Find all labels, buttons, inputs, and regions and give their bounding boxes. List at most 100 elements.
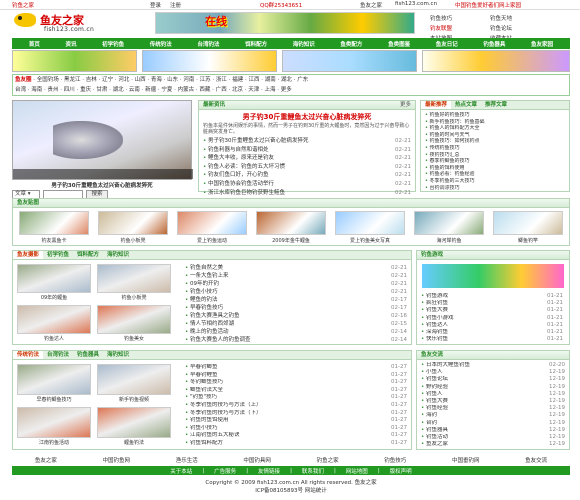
topbar-home[interactable]: 钓鱼之家 — [12, 1, 34, 9]
region-link[interactable]: 海南 — [31, 87, 42, 93]
nav-item[interactable]: 首页 — [29, 40, 40, 48]
pic-thumb[interactable] — [17, 264, 91, 293]
list-item-title[interactable]: 钓鱼人的饵料配方大全 — [425, 125, 480, 132]
region-link[interactable]: 台湾 — [15, 87, 26, 93]
list-item-title[interactable]: 早春钓鲫鱼 — [185, 364, 218, 372]
list-item[interactable]: 钓鱼大赛渔具之钓鱼 02-16 — [185, 312, 407, 320]
list-item[interactable]: 台钓调漂技巧 — [425, 185, 565, 192]
list-item[interactable]: 中国钓鱼协会钓鱼活动举行 02-21 — [203, 180, 411, 189]
region-link[interactable]: 西藏 — [199, 87, 210, 93]
list-item-title[interactable]: 小鱼人 — [421, 369, 443, 376]
list-item[interactable]: 钓友们鱼口好，开心钓鱼 02-21 — [203, 171, 411, 180]
list-item-title[interactable]: 冬钓鲫鱼技巧 — [185, 379, 223, 387]
list-item-title[interactable]: 春季钓鲫鱼的技巧 — [425, 158, 470, 165]
list-item[interactable]: 男子钓30斤重鲤鱼太过兴奋心脏病发猝死 02-21 — [203, 137, 411, 146]
list-item[interactable]: 小鱼人 12-19 — [421, 369, 565, 376]
list-item[interactable]: 新手钓鱼技巧：钓鱼基础 — [425, 119, 565, 126]
region-link[interactable]: 更多 — [281, 87, 292, 93]
region-link[interactable]: 福建 — [232, 77, 243, 83]
bottom-nav-link[interactable]: 广告服务 — [214, 467, 236, 475]
bottom-nav-link[interactable]: 友情链接 — [258, 467, 280, 475]
pic-caption[interactable]: 鲤鱼钓法 — [97, 439, 171, 446]
pic-caption[interactable]: 鲫鱼钓竿 — [493, 237, 563, 244]
list-item[interactable]: 早春钓鲫鱼 01-27 — [185, 364, 407, 372]
tab-item[interactable]: 传统钓法 — [13, 351, 44, 359]
list-item[interactable]: 鱼友之家 12-19 — [421, 441, 565, 448]
list-item-title[interactable]: 钓鱼器具 — [421, 427, 448, 434]
pic-thumb[interactable] — [177, 211, 247, 235]
list-item-title[interactable]: 钓鱼大赛渔具之钓鱼 — [185, 312, 240, 320]
list-item-title[interactable]: 传统钓鱼技巧 — [425, 145, 460, 152]
nav-item[interactable]: 鱼友日记 — [436, 40, 458, 48]
tab-recommend[interactable]: 推荐文章 — [481, 101, 511, 109]
pic-thumb[interactable] — [97, 305, 171, 334]
tab-item[interactable]: 海钓知识 — [103, 251, 133, 259]
slide-caption[interactable]: 男子钓30斤重鲤鱼太过兴奋心脏病发猝死 — [12, 181, 192, 189]
region-link[interactable]: 新疆 — [145, 87, 156, 93]
tab-item[interactable]: 海钓知识 — [103, 351, 133, 359]
region-link[interactable]: 北京 — [232, 87, 243, 93]
list-item[interactable]: 钓鱼小游戏 01-21 — [421, 315, 563, 322]
list-item[interactable]: 鲫鱼钓法大全 01-27 — [185, 387, 407, 395]
list-item[interactable]: 09年的开钓 02-21 — [185, 280, 407, 288]
nav-item[interactable]: 鱼友家园 — [531, 40, 553, 48]
list-item[interactable]: 钓鱼大赛 12-19 — [421, 398, 565, 405]
region-link[interactable]: 浙江 — [216, 77, 227, 83]
list-item-title[interactable]: 冬季钓鱼的技巧与方法（上） — [185, 402, 262, 410]
region-link[interactable]: 江苏 — [200, 77, 211, 83]
list-item-title[interactable]: 钓鱼人必读：钓鱼的五大坏习惯 — [203, 163, 285, 172]
list-item-title[interactable]: 钓鱼大赛 — [421, 307, 448, 314]
nav-item[interactable]: 海钓知识 — [293, 40, 315, 48]
pic-thumb[interactable] — [335, 211, 405, 235]
nav-item[interactable]: 资讯 — [65, 40, 76, 48]
list-item-title[interactable]: 钓鱼小技巧 — [185, 288, 218, 296]
list-item-title[interactable]: "钓鱼"技巧 — [185, 394, 217, 402]
list-item[interactable]: 冬钓鲫鱼技巧 01-27 — [185, 379, 407, 387]
list-item[interactable]: 钓鱼人 12-19 — [421, 391, 565, 398]
list-item[interactable]: 钓鱼人的饵料配方大全 — [425, 125, 565, 132]
list-item-title[interactable]: 钓鱼大赛鱼人的钓鱼调查 — [185, 336, 251, 344]
list-item[interactable]: 钓鱼的鱼饵使用 01-27 — [185, 417, 407, 425]
region-link[interactable]: 宁夏 — [161, 87, 172, 93]
list-item[interactable]: 钓鱼利器与自然和谐相处 02-21 — [203, 146, 411, 155]
list-item-title[interactable]: 深海钓鱼 — [421, 329, 448, 336]
partner-link[interactable]: 鱼友交流 — [525, 456, 547, 464]
list-item-title[interactable]: 早春钓鱼技巧 — [185, 304, 223, 312]
pic-thumb[interactable] — [414, 211, 484, 235]
pic-thumb[interactable] — [17, 407, 91, 438]
region-link[interactable]: 甘肃 — [96, 87, 107, 93]
header-link[interactable]: 钓鱼技巧 — [430, 14, 452, 24]
list-item[interactable]: 台钓 12-19 — [421, 420, 565, 427]
list-item[interactable]: 海钓 12-19 — [421, 412, 565, 419]
list-item-title[interactable]: 海钓 — [421, 412, 437, 419]
list-item-title[interactable]: 快乐钓鱼 — [421, 336, 448, 343]
list-item[interactable]: 日本的大鲤鱼钓鱼 02-20 — [421, 362, 565, 369]
region-link[interactable]: 重庆 — [80, 87, 91, 93]
pic-caption[interactable]: 海河岸钓鱼 — [414, 237, 484, 244]
region-link[interactable]: 青海 — [151, 77, 162, 83]
list-item-title[interactable]: 钓鱼利器与自然和谐相处 — [203, 146, 269, 155]
nav-item[interactable]: 初学钓鱼 — [102, 40, 124, 48]
ad-banner[interactable] — [422, 50, 570, 72]
list-item[interactable]: 钓鱼游戏 01-21 — [421, 293, 563, 300]
header-banner[interactable] — [155, 12, 415, 34]
list-item[interactable]: 钓鱼小技巧 02-21 — [185, 288, 407, 296]
nav-item[interactable]: 台湾钓法 — [197, 40, 219, 48]
region-link[interactable]: 黑龙江 — [64, 77, 81, 83]
list-item[interactable]: 春季钓鲫鱼的技巧 — [425, 158, 565, 165]
nav-item[interactable]: 饵料配方 — [245, 40, 267, 48]
list-item-title[interactable]: 台钓 — [421, 420, 437, 427]
list-item[interactable]: 钓鱼必看：钓鱼经验 — [425, 171, 565, 178]
tab-item[interactable]: 鱼友摄影 — [13, 251, 44, 259]
list-item-title[interactable]: 冬季钓鱼的技巧与方法（下） — [185, 410, 262, 418]
pic-thumb[interactable] — [493, 211, 563, 235]
list-item[interactable]: 钓鱼的时间与天气 — [425, 132, 565, 139]
logo-fish-icon[interactable] — [14, 13, 36, 27]
region-link[interactable]: 湖北 — [281, 77, 292, 83]
pic-thumb[interactable] — [256, 211, 326, 235]
list-item[interactable]: 早春钓鱼技巧 02-17 — [185, 304, 407, 312]
list-item[interactable]: 鲤鱼大丰收，原来还是钓友 02-21 — [203, 154, 411, 163]
nav-item[interactable]: 鱼类图鉴 — [388, 40, 410, 48]
list-item-title[interactable]: 钓友们鱼口好，开心钓鱼 — [203, 171, 269, 180]
list-item[interactable]: 冬季钓鱼的技巧与方法（上） 01-27 — [185, 402, 407, 410]
